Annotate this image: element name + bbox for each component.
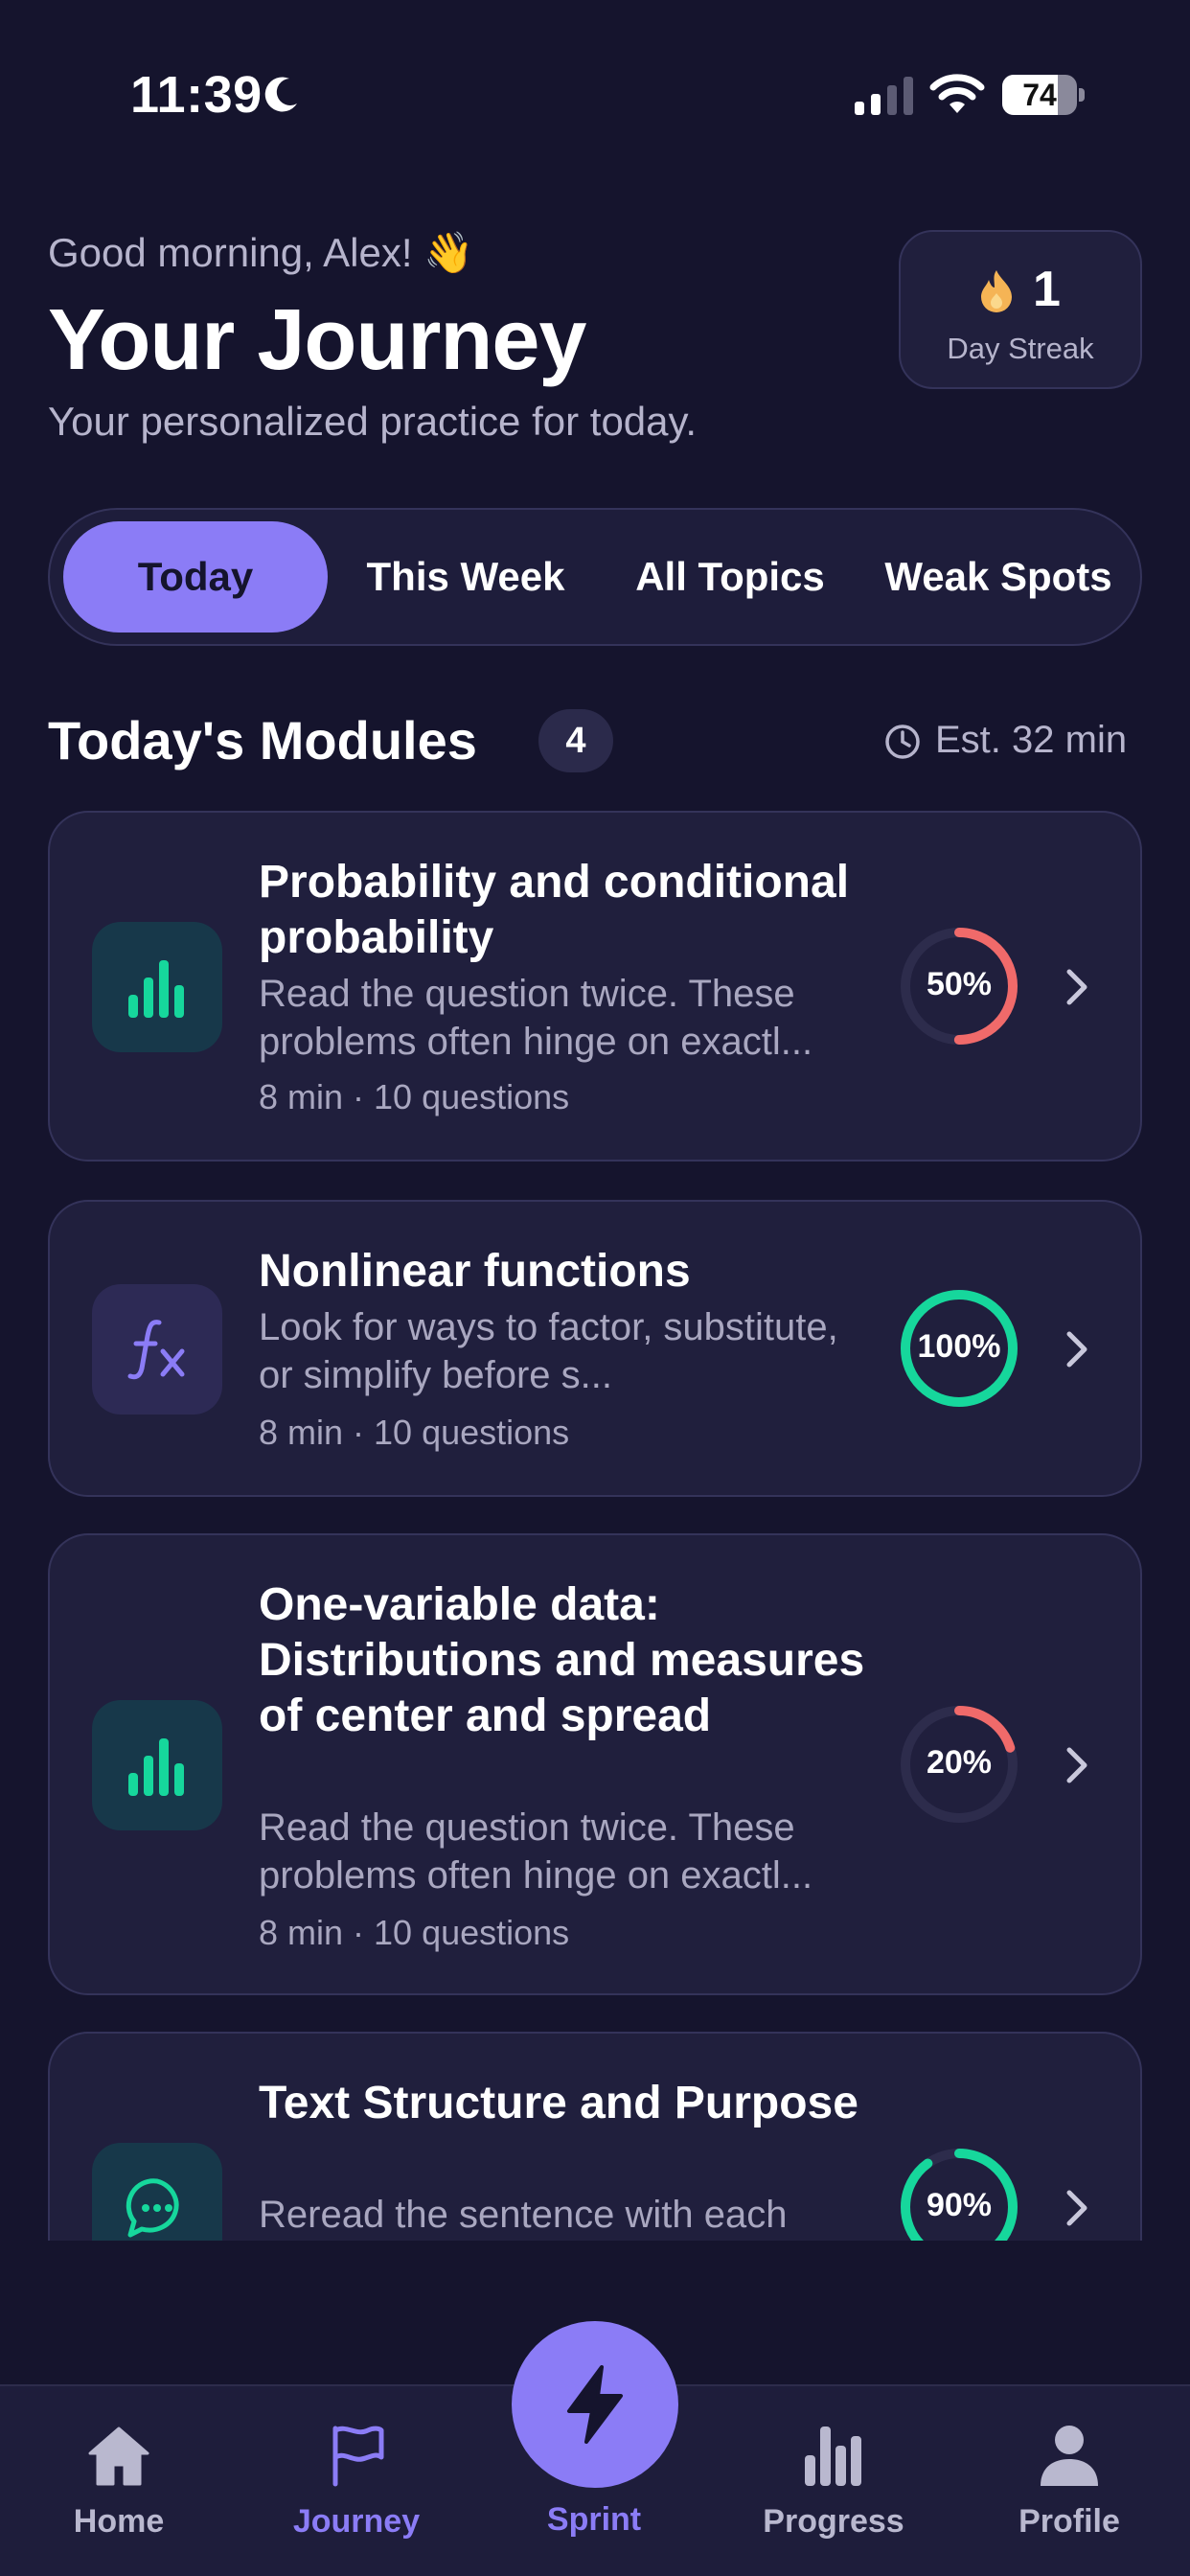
- module-list: Probability and conditional probability …: [0, 786, 1190, 2241]
- battery-percentage: 74: [1022, 78, 1057, 112]
- module-icon-tile: [92, 2143, 222, 2241]
- page-title: Your Journey: [48, 292, 586, 388]
- status-time: 11:39: [130, 66, 263, 124]
- battery-cap: [1079, 88, 1085, 102]
- nav-profile[interactable]: Profile: [973, 2386, 1165, 2576]
- chat-bubble-icon: [126, 2178, 179, 2238]
- page-subtitle: Your personalized practice for today.: [48, 399, 698, 444]
- section-title: Today's Modules: [48, 710, 477, 770]
- day-streak-badge[interactable]: 1 Day Streak: [899, 230, 1142, 389]
- chevron-right-icon[interactable]: [1060, 2187, 1094, 2229]
- tab-today[interactable]: Today: [63, 521, 328, 632]
- module-description: Look for ways to factor, substitute, or …: [259, 1306, 838, 1396]
- function-icon: [127, 1320, 185, 1380]
- module-card-one-variable-data[interactable]: One-variable data: Distributions and mea…: [48, 1533, 1142, 1995]
- battery-indicator: 74: [1002, 75, 1085, 115]
- greeting: Good morning, Alex! 👋: [48, 230, 474, 275]
- module-title: Probability and conditional probability: [259, 857, 850, 963]
- module-card-probability[interactable]: Probability and conditional probability …: [48, 811, 1142, 1162]
- lightning-bolt-icon: [567, 2365, 623, 2444]
- module-meta: 8 min · 10 questions: [259, 1913, 570, 1952]
- nav-progress-label: Progress: [763, 2503, 904, 2540]
- module-card-text-structure[interactable]: Text Structure and Purpose Reread the se…: [48, 2032, 1142, 2241]
- streak-count: 1: [1033, 262, 1061, 317]
- period-tabs: Today This Week All Topics Weak Spots: [48, 508, 1142, 646]
- progress-percentage: 100%: [917, 1328, 1001, 1365]
- module-description: Reread the sentence with each: [259, 2194, 788, 2236]
- module-title: One-variable data: Distributions and mea…: [259, 1579, 865, 1741]
- chevron-right-icon[interactable]: [1060, 1744, 1094, 1786]
- nav-progress[interactable]: Progress: [738, 2386, 929, 2576]
- module-icon-tile: [92, 922, 222, 1052]
- chevron-right-icon[interactable]: [1060, 966, 1094, 1008]
- progress-percentage: 20%: [926, 1744, 993, 1781]
- progress-percentage: 90%: [926, 2187, 993, 2223]
- home-icon: [88, 2426, 149, 2486]
- module-icon-tile: [92, 1284, 222, 1414]
- app-screen: 11:39 74 Good morning, Alex! 👋 Your Jour…: [0, 0, 1190, 2576]
- module-title: Nonlinear functions: [259, 1246, 691, 1297]
- battery-body: 74: [1002, 75, 1077, 115]
- nav-home[interactable]: Home: [23, 2386, 215, 2576]
- tab-weak-spots[interactable]: Weak Spots: [862, 521, 1134, 632]
- sprint-button[interactable]: [512, 2321, 678, 2488]
- nav-home-label: Home: [73, 2503, 165, 2540]
- tab-all-topics[interactable]: All Topics: [598, 521, 862, 632]
- progress-percentage: 50%: [926, 966, 993, 1002]
- nav-journey-label: Journey: [292, 2503, 421, 2540]
- moon-icon: [264, 77, 297, 112]
- module-title: Text Structure and Purpose: [259, 2078, 858, 2128]
- module-description: Read the question twice. These problems …: [259, 973, 813, 1063]
- cellular-signal-icon: [855, 77, 913, 115]
- flag-icon: [332, 2426, 384, 2487]
- bar-chart-icon: [128, 1738, 184, 1796]
- nav-profile-label: Profile: [1018, 2503, 1120, 2540]
- nav-journey[interactable]: Journey: [261, 2386, 452, 2576]
- module-card-nonlinear-functions[interactable]: Nonlinear functions Look for ways to fac…: [48, 1200, 1142, 1497]
- module-icon-tile: [92, 1700, 222, 1830]
- estimated-time: Est. 32 min: [935, 719, 1128, 761]
- sprint-label: Sprint: [546, 2501, 642, 2538]
- module-meta: 8 min · 10 questions: [259, 1077, 570, 1116]
- flame-icon: [981, 270, 1012, 312]
- module-meta: 8 min · 10 questions: [259, 1413, 570, 1452]
- person-icon: [1041, 2426, 1098, 2486]
- module-count-badge: 4: [538, 709, 613, 772]
- wifi-icon: [929, 74, 985, 113]
- chevron-right-icon[interactable]: [1060, 1328, 1094, 1370]
- tab-this-week[interactable]: This Week: [333, 521, 598, 632]
- bar-chart-icon: [128, 960, 184, 1018]
- module-description: Read the question twice. These problems …: [259, 1806, 813, 1897]
- streak-label: Day Streak: [947, 332, 1094, 365]
- clock-icon: [885, 724, 920, 759]
- bar-chart-icon: [805, 2426, 861, 2486]
